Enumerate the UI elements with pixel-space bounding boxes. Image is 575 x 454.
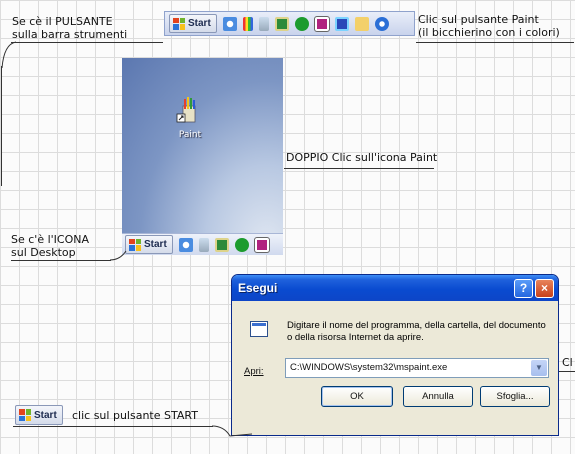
- start-label: Start: [144, 239, 167, 250]
- desktop-screenshot: Paint Start: [122, 58, 283, 255]
- media-icon[interactable]: [294, 16, 309, 31]
- close-button[interactable]: ×: [535, 278, 554, 298]
- note-toolbar-line1: Se cè il PULSANTE: [12, 15, 113, 28]
- windows-logo-icon: [173, 17, 185, 30]
- internet-explorer-icon[interactable]: [374, 16, 389, 31]
- media-icon[interactable]: [234, 237, 249, 252]
- open-combobox[interactable]: C:\WINDOWS\system32\mspaint.exe ▼: [285, 358, 549, 378]
- divider: [11, 260, 111, 261]
- help-icon[interactable]: [222, 16, 237, 31]
- explorer-icon[interactable]: [334, 16, 349, 31]
- notepad-icon[interactable]: [258, 16, 269, 31]
- note-toolbar: Se cè il PULSANTE sulla barra strumenti: [12, 15, 127, 41]
- note-desktop: Se c'è l'ICONA sul Desktop: [11, 233, 89, 259]
- divider: [416, 42, 574, 43]
- note-desktop-line2: sul Desktop: [11, 246, 76, 259]
- start-button-sample[interactable]: Start: [15, 405, 63, 425]
- ok-button[interactable]: OK: [321, 386, 393, 407]
- divider: [211, 425, 253, 437]
- start-label: Start: [188, 18, 211, 29]
- note-desktop-line1: Se c'è l'ICONA: [11, 233, 89, 246]
- notepad-icon[interactable]: [198, 237, 209, 252]
- start-button[interactable]: Start: [169, 14, 217, 33]
- divider: [559, 371, 575, 372]
- quicklaunch-toolbar: Start: [164, 11, 415, 36]
- note-double-click: DOPPIO Clic sull'icona Paint: [286, 151, 438, 164]
- help-button[interactable]: ?: [514, 278, 533, 298]
- dialog-title: Esegui: [238, 281, 278, 295]
- chevron-down-icon[interactable]: ▼: [531, 360, 547, 376]
- folder-icon[interactable]: [354, 16, 369, 31]
- divider: [11, 42, 163, 43]
- paint-icon[interactable]: [242, 16, 253, 31]
- divider: [109, 250, 127, 261]
- windows-logo-icon: [129, 238, 141, 251]
- note-click-paint: Clic sul pulsante Paint (il bicchierino …: [418, 13, 560, 39]
- help-icon[interactable]: [178, 237, 193, 252]
- dialog-titlebar[interactable]: Esegui ? ×: [232, 275, 558, 301]
- note-click-paint-line2: (il bicchierino con i colori): [418, 26, 560, 39]
- open-field-value: C:\WINDOWS\system32\mspaint.exe: [290, 362, 448, 373]
- note-toolbar-line2: sulla barra strumenti: [12, 28, 128, 41]
- run-icon: [250, 321, 268, 337]
- divider: [1, 66, 2, 186]
- dialog-description: Digitare il nome del programma, della ca…: [287, 320, 546, 343]
- divider: [284, 168, 434, 169]
- browse-button[interactable]: Sfoglia...: [480, 386, 550, 407]
- divider: [13, 426, 213, 427]
- calculator-icon[interactable]: [214, 237, 229, 252]
- windows-logo-icon: [19, 409, 31, 421]
- cancel-button[interactable]: Annulla: [403, 386, 473, 407]
- note-start-hint: clic sul pulsante START: [72, 409, 198, 422]
- calculator-icon[interactable]: [274, 16, 289, 31]
- paint-desktop-icon[interactable]: [175, 96, 203, 126]
- paint-icon-label: Paint: [178, 130, 202, 140]
- divider: [1, 41, 17, 69]
- desktop-taskbar: Start: [122, 233, 283, 255]
- open-field-label: Apri:: [244, 366, 264, 377]
- note-cut-off: Cl: [562, 356, 573, 369]
- run-dialog: Esegui ? × Digitare il nome del programm…: [231, 274, 559, 436]
- start-button[interactable]: Start: [125, 235, 173, 254]
- note-click-paint-line1: Clic sul pulsante Paint: [418, 13, 539, 26]
- draw-icon[interactable]: [313, 15, 330, 32]
- draw-icon[interactable]: [253, 236, 270, 253]
- start-label: Start: [34, 409, 57, 421]
